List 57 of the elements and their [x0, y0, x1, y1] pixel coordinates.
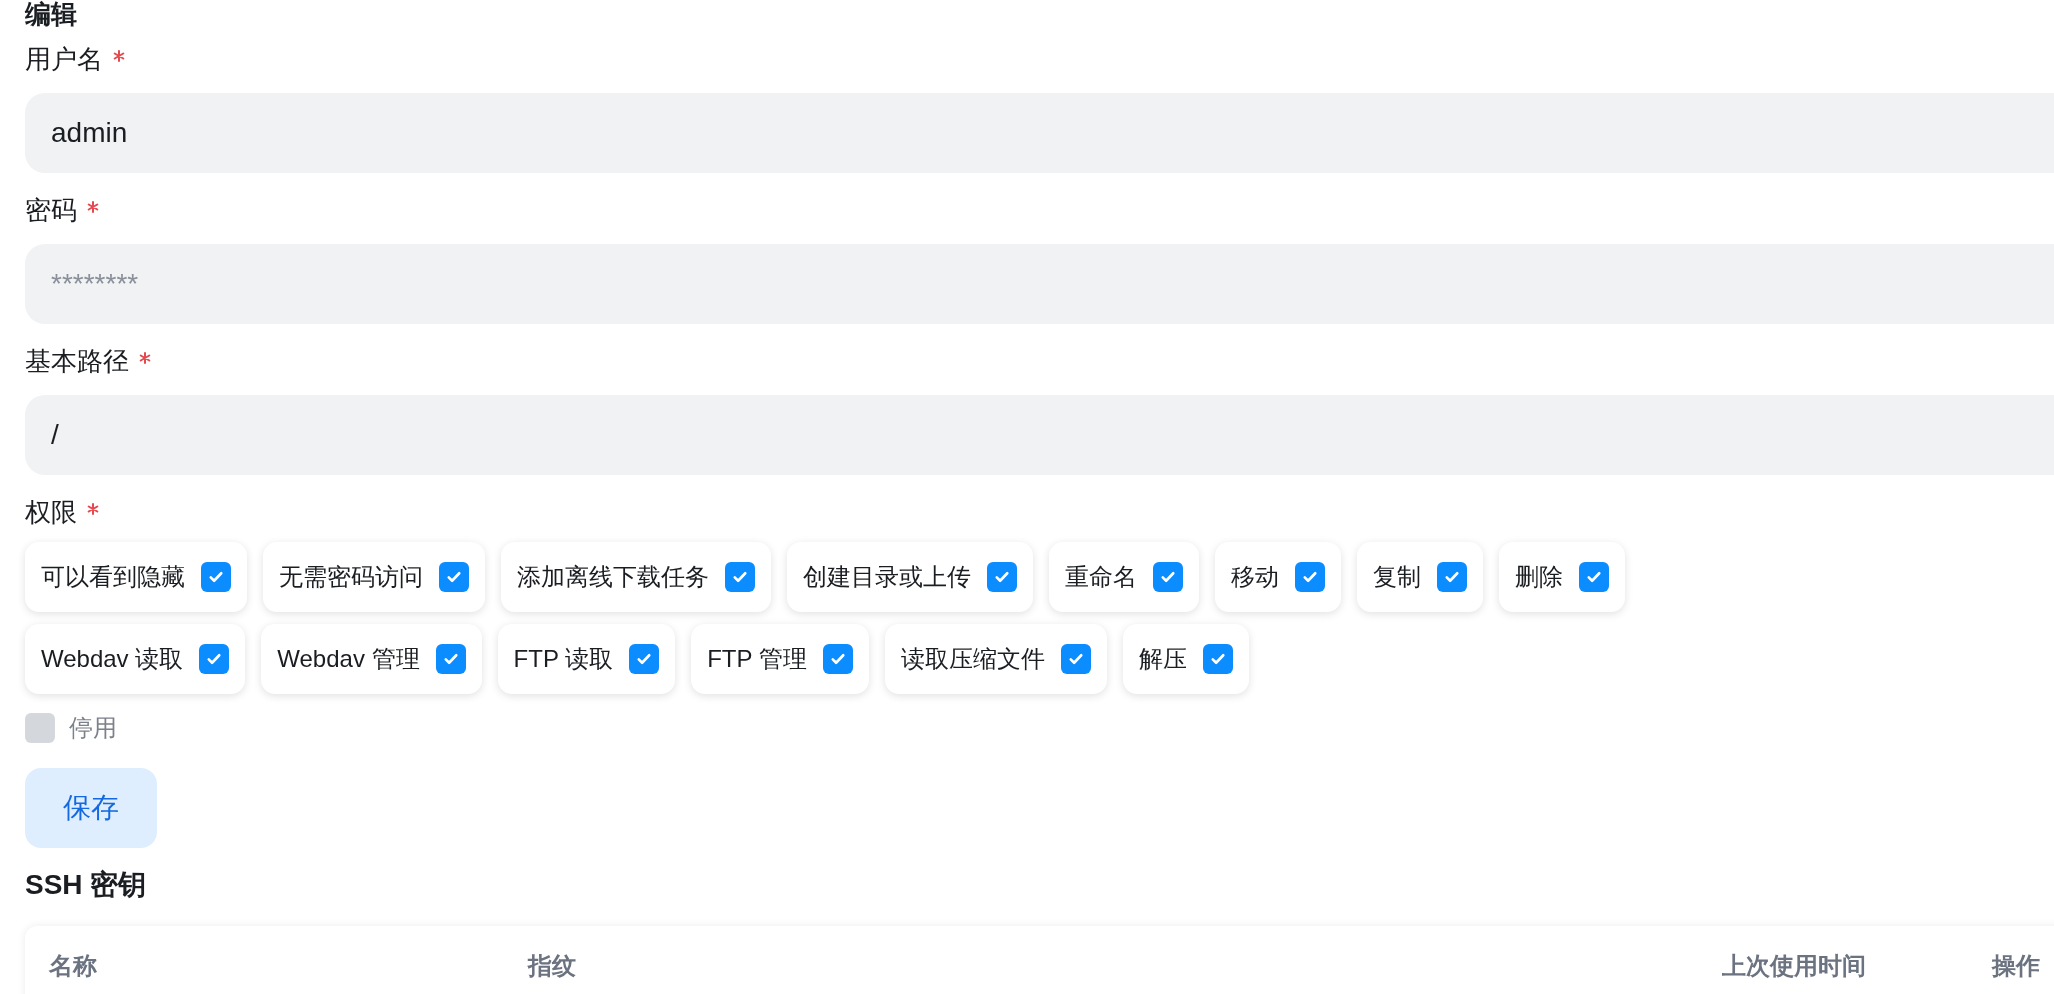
field-label: 基本路径	[25, 345, 129, 378]
field-label: 密码	[25, 194, 77, 227]
permission-chip[interactable]: 删除	[1499, 542, 1625, 612]
permission-label: 解压	[1138, 644, 1187, 674]
permission-label: 可以看到隐藏	[41, 562, 185, 592]
permission-label: FTP 管理	[707, 644, 807, 674]
checkbox[interactable]	[1437, 562, 1467, 592]
permission-chip[interactable]: 创建目录或上传	[787, 542, 1033, 612]
checkbox[interactable]	[1202, 644, 1233, 674]
input-field[interactable]: admin	[25, 93, 2054, 173]
permission-label: 重命名	[1065, 562, 1137, 592]
permission-chip[interactable]: 解压	[1122, 624, 1249, 694]
permission-chip[interactable]: 无需密码访问	[263, 542, 485, 612]
permission-chip[interactable]: 读取压缩文件	[884, 624, 1107, 694]
permission-chip[interactable]: Webdav 管理	[261, 624, 482, 694]
checkbox[interactable]	[1060, 644, 1091, 674]
permission-chip[interactable]: FTP 读取	[497, 624, 676, 694]
checkbox[interactable]	[1295, 562, 1325, 592]
permission-label: 无需密码访问	[279, 562, 423, 592]
permission-label: Webdav 读取	[41, 644, 184, 674]
permission-label: 移动	[1231, 562, 1279, 592]
checkbox[interactable]	[435, 644, 466, 674]
permission-label: 删除	[1515, 562, 1563, 592]
checkbox[interactable]	[201, 562, 231, 592]
checkbox[interactable]	[1153, 562, 1183, 592]
permission-chip[interactable]: FTP 管理	[691, 624, 869, 694]
checkbox[interactable]	[199, 644, 230, 674]
permission-label: 创建目录或上传	[803, 562, 971, 592]
checkbox[interactable]	[1579, 562, 1609, 592]
checkbox-label: 停用	[69, 713, 117, 743]
column-header: 名称	[48, 951, 98, 981]
section-title: SSH 密钥	[25, 868, 148, 902]
checkbox[interactable]	[725, 562, 755, 592]
checkbox[interactable]	[822, 644, 853, 674]
save-button[interactable]: 保存	[25, 768, 157, 848]
permission-chip[interactable]: 添加离线下载任务	[501, 542, 771, 612]
permission-chip[interactable]: 移动	[1215, 542, 1341, 612]
field-label: 用户名	[25, 43, 103, 76]
page-title: 编辑	[25, 0, 78, 30]
checkbox[interactable]	[987, 562, 1017, 592]
permission-chip[interactable]: Webdav 读取	[25, 624, 246, 694]
permission-label: Webdav 管理	[277, 644, 420, 674]
permission-chip[interactable]: 重命名	[1049, 542, 1199, 612]
column-header: 上次使用时间	[1722, 951, 1867, 981]
permission-label: 读取压缩文件	[900, 644, 1045, 674]
permission-chip[interactable]: 可以看到隐藏	[25, 542, 247, 612]
permission-label: FTP 读取	[513, 644, 614, 674]
permission-label: 复制	[1373, 562, 1421, 592]
column-header: 指纹	[528, 951, 577, 981]
checkbox[interactable]	[439, 562, 469, 592]
column-header: 操作	[1992, 951, 2041, 981]
input-field[interactable]: /	[25, 395, 2054, 475]
field-label: 权限	[25, 496, 77, 529]
permission-label: 添加离线下载任务	[517, 562, 709, 592]
checkbox[interactable]	[629, 644, 660, 674]
permission-chip[interactable]: 复制	[1357, 542, 1483, 612]
checkbox[interactable]	[25, 713, 55, 743]
